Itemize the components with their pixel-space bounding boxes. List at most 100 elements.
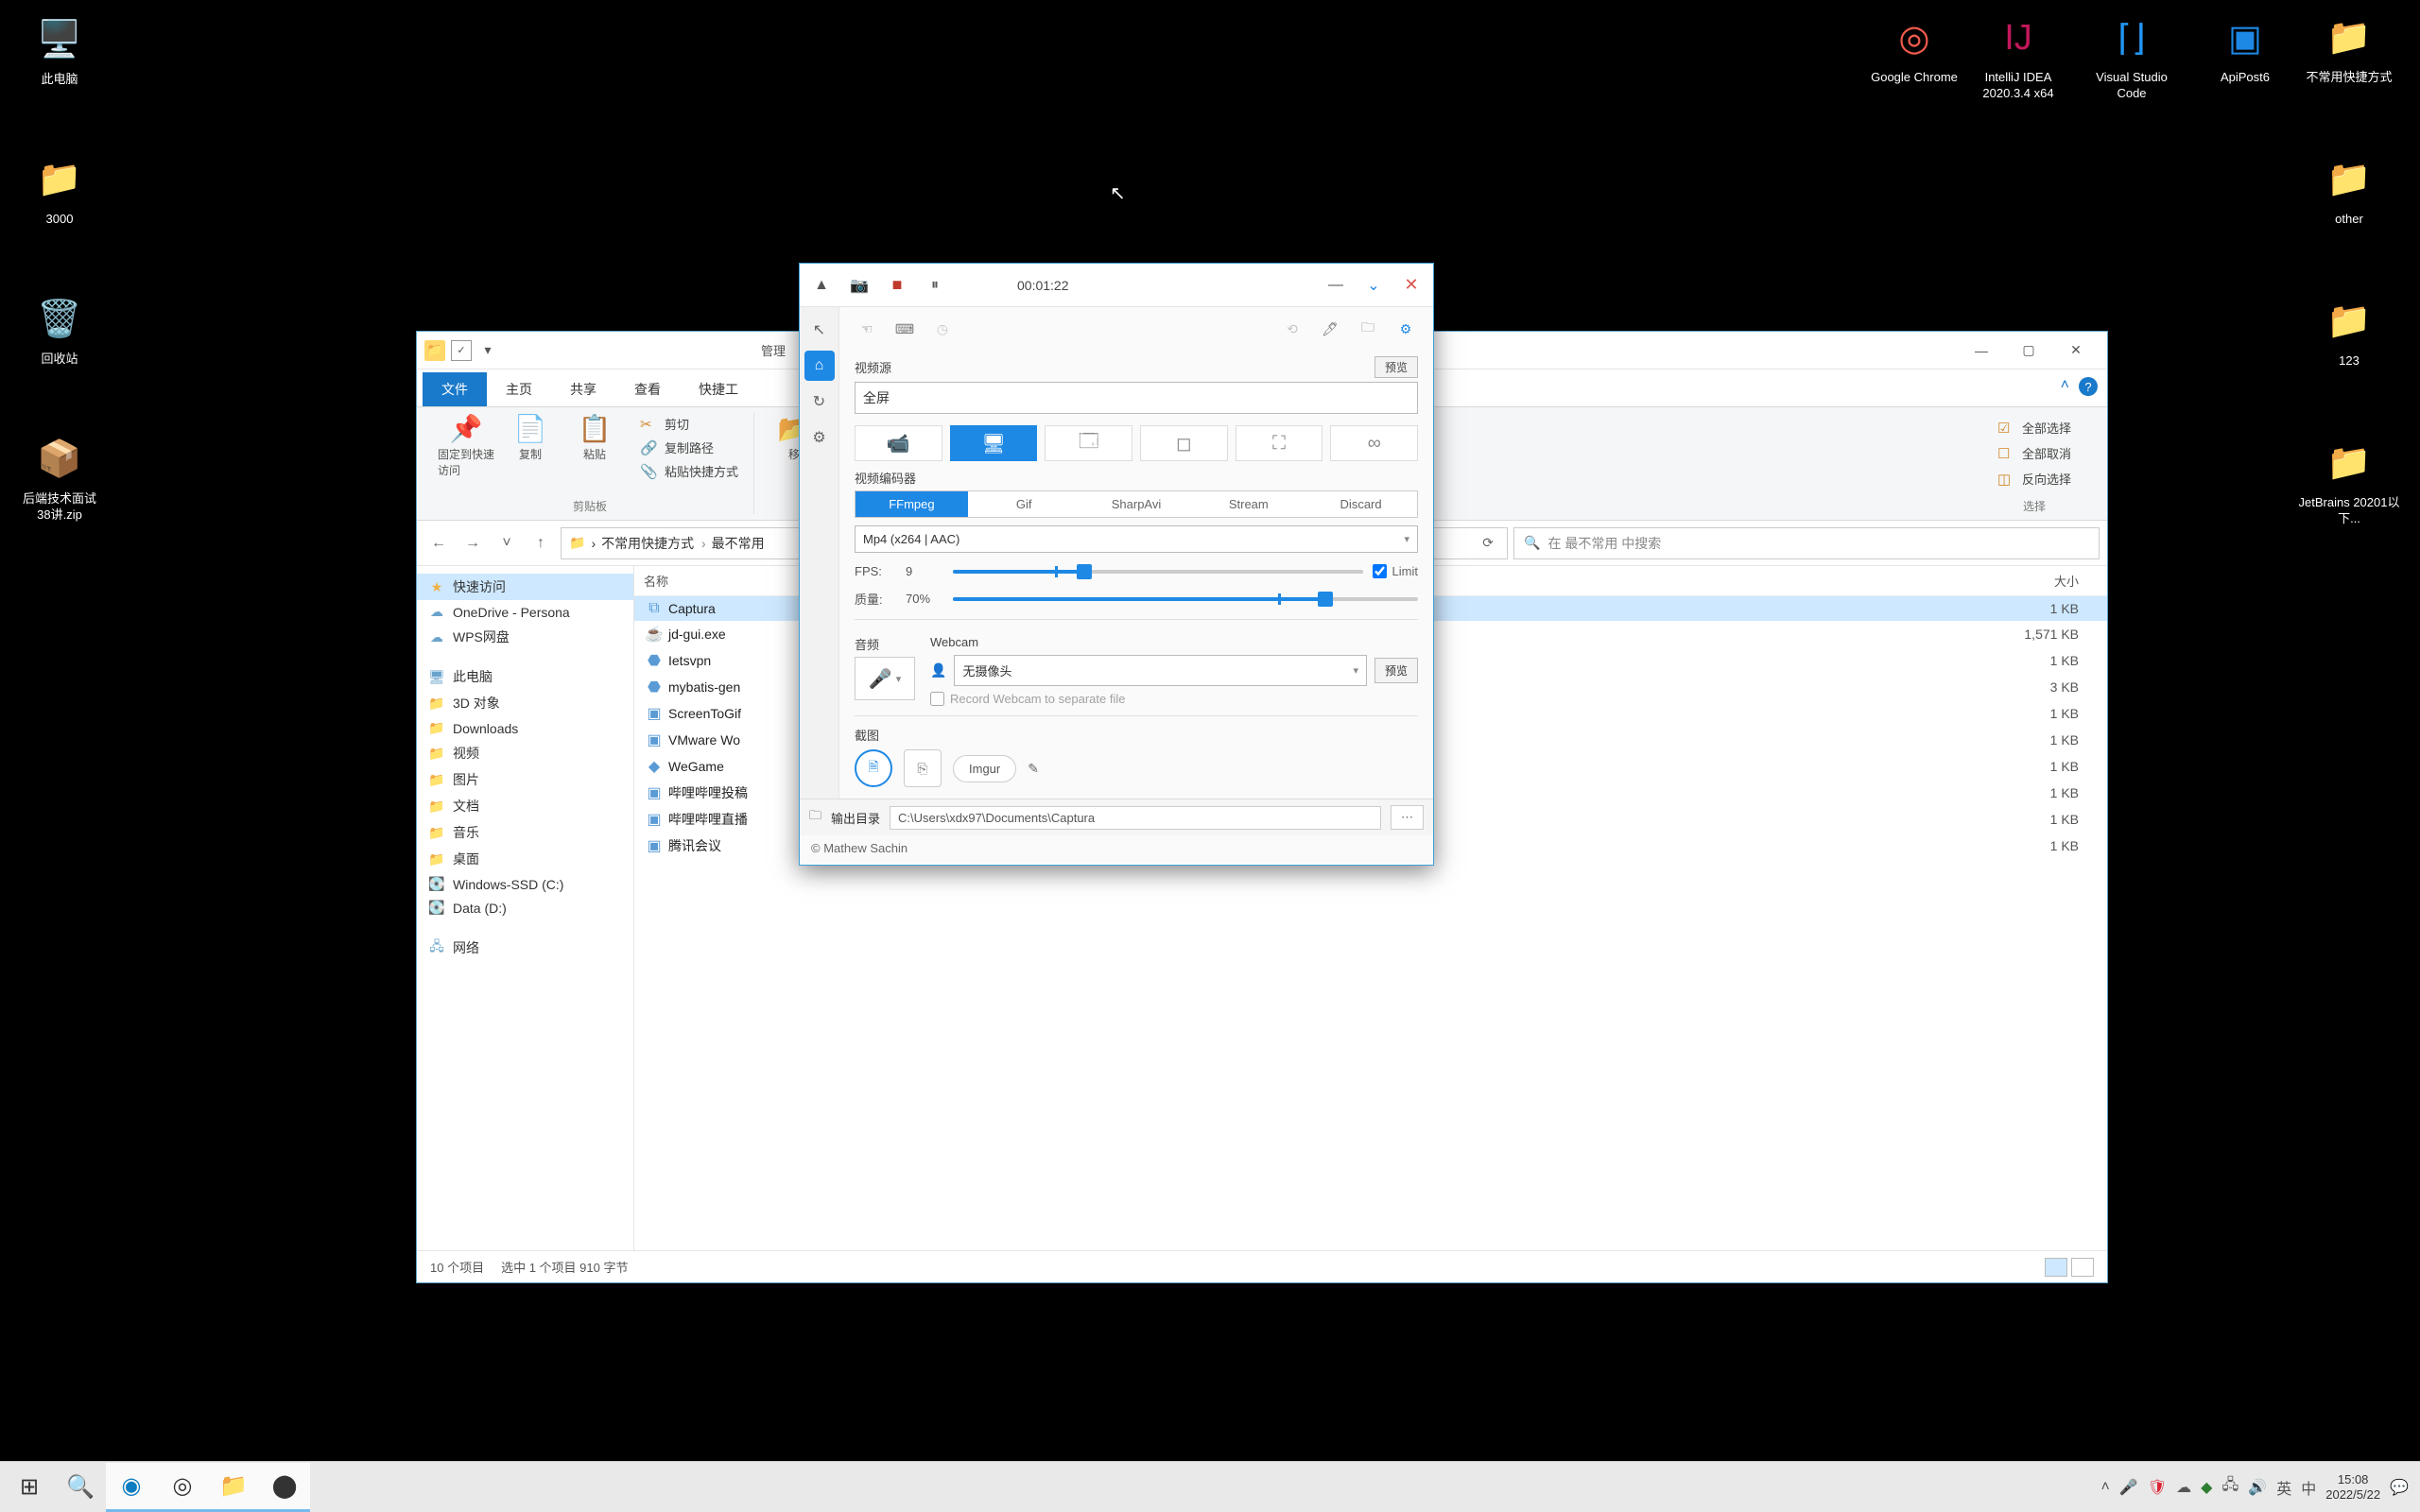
desktop-icon[interactable]: ⌈⌋Visual Studio Code	[2080, 9, 2184, 102]
source-link-icon[interactable]: ∞	[1330, 425, 1418, 461]
pin-quickaccess-button[interactable]: 📌固定到快速访问	[438, 413, 494, 482]
nav-history-icon[interactable]: ↻	[804, 387, 835, 417]
encoder-stream[interactable]: Stream	[1192, 491, 1305, 517]
sidebar-item[interactable]: ★快速访问	[417, 574, 633, 600]
taskbar-edge[interactable]: ◉	[106, 1463, 157, 1512]
captura-titlebar[interactable]: ▲ 📷 ■ ⏸ 00:01:22 — ⌄ ✕	[800, 264, 1433, 307]
search-button[interactable]: 🔍	[55, 1463, 106, 1512]
encoder-sharpavi[interactable]: SharpAvi	[1080, 491, 1193, 517]
paste-shortcut-button[interactable]: 📎粘贴快捷方式	[636, 460, 742, 482]
sidebar-item[interactable]: 📁文档	[417, 793, 633, 819]
nav-cursor-icon[interactable]: ↖	[804, 315, 835, 345]
tab-file[interactable]: 文件	[423, 372, 487, 406]
forward-button[interactable]: →	[458, 529, 487, 558]
webcam-preview-button[interactable]: 预览	[1374, 658, 1418, 683]
collapse-icon[interactable]: ▲	[809, 273, 834, 298]
pause-button[interactable]: ⏸	[923, 273, 947, 298]
record-button[interactable]: ■	[885, 273, 909, 298]
help-icon[interactable]: ?	[2079, 377, 2098, 396]
sidebar-item[interactable]: 📁音乐	[417, 819, 633, 846]
audio-source-button[interactable]: 🎤 ▾	[855, 657, 915, 700]
minimize-button[interactable]: —	[1323, 273, 1348, 298]
desktop-icon[interactable]: ▣ApiPost6	[2193, 9, 2297, 86]
sidebar-item[interactable]: 📁视频	[417, 740, 633, 766]
screenshot-clipboard-button[interactable]: ⎘	[904, 749, 942, 787]
desktop-icon[interactable]: 📁JetBrains 20201以下...	[2297, 435, 2401, 527]
up-button[interactable]: ↑	[527, 529, 555, 558]
tray-mic-icon[interactable]: 🎤	[2119, 1478, 2138, 1497]
taskbar-chrome[interactable]: ◎	[157, 1463, 208, 1512]
col-size[interactable]: 大小	[1984, 572, 2098, 590]
source-screen-icon[interactable]: 🖥	[950, 425, 1038, 461]
screenshot-edit-icon[interactable]: ✎	[1028, 761, 1039, 777]
taskbar-captura[interactable]: ⬤	[259, 1463, 310, 1512]
close-button[interactable]: ✕	[2052, 336, 2100, 365]
recent-dropdown[interactable]: ˅	[493, 529, 521, 558]
desktop-icon[interactable]: ◎Google Chrome	[1862, 9, 1966, 86]
output-path[interactable]: C:\Users\xdx97\Documents\Captura	[890, 806, 1381, 830]
select-none-button[interactable]: ☐全部取消	[1994, 442, 2075, 464]
breadcrumb[interactable]: 最不常用	[712, 534, 765, 553]
qat-dropdown-icon[interactable]: ▾	[477, 340, 498, 361]
sidebar-item[interactable]: 📁3D 对象	[417, 690, 633, 716]
quality-slider[interactable]	[953, 597, 1418, 601]
desktop-icon[interactable]: 📦后端技术面试38讲.zip	[17, 431, 102, 524]
output-browse-button[interactable]: ⋯	[1391, 805, 1424, 830]
tray-ime-mode[interactable]: 中	[2301, 1476, 2316, 1499]
gear-icon[interactable]: ⚙	[1393, 317, 1418, 341]
desktop-icon[interactable]: 📁other	[2297, 151, 2401, 228]
sidebar-item[interactable]: 💽Windows-SSD (C:)	[417, 872, 633, 896]
pointer-icon[interactable]: ☜	[855, 317, 879, 341]
tab-home[interactable]: 主页	[487, 372, 551, 406]
sidebar-item[interactable]: ☁WPS网盘	[417, 624, 633, 650]
tray-overflow-icon[interactable]: ˄	[2101, 1479, 2110, 1496]
back-button[interactable]: ←	[424, 529, 453, 558]
sidebar-item[interactable]: 💽Data (D:)	[417, 896, 633, 919]
nav-home-icon[interactable]: ⌂	[804, 351, 835, 381]
nav-settings-icon[interactable]: ⚙	[804, 422, 835, 453]
encoder-gif[interactable]: Gif	[968, 491, 1080, 517]
desktop-icon[interactable]: 📁123	[2297, 293, 2401, 369]
copy-button[interactable]: 📄复制	[502, 413, 559, 482]
desktop-icon[interactable]: IJIntelliJ IDEA 2020.3.4 x64	[1966, 9, 2070, 102]
sidebar-item[interactable]: ☁OneDrive - Persona	[417, 600, 633, 624]
keyboard-icon[interactable]: ⌨	[892, 317, 917, 341]
minimize-button[interactable]: —	[1958, 336, 2005, 365]
tray-shield-icon[interactable]: 🛡	[2148, 1478, 2167, 1497]
encoder-ffmpeg[interactable]: FFmpeg	[856, 491, 968, 517]
webcam-separate-checkbox[interactable]: Record Webcam to separate file	[930, 692, 1418, 706]
select-all-button[interactable]: ☑全部选择	[1994, 417, 2075, 438]
paste-button[interactable]: 📋粘贴	[566, 413, 623, 482]
folder-icon[interactable]: 🗀	[1356, 317, 1380, 341]
desktop-icon[interactable]: 🗑️回收站	[17, 291, 102, 368]
tray-ime[interactable]: 英	[2276, 1476, 2291, 1499]
screenshot-imgur-button[interactable]: Imgur	[953, 755, 1016, 782]
desktop-icon[interactable]: 📁3000	[17, 151, 102, 228]
encoder-format-dropdown[interactable]: Mp4 (x264 | AAC)▾	[855, 525, 1418, 553]
tray-app-icon[interactable]: ◆	[2201, 1478, 2212, 1497]
qat-checkbox-icon[interactable]: ✓	[451, 340, 472, 361]
breadcrumb[interactable]: 不常用快捷方式	[601, 534, 706, 553]
source-window-icon[interactable]: 🗔	[1045, 425, 1132, 461]
tray-onedrive-icon[interactable]: ☁	[2176, 1478, 2191, 1497]
tray-notifications-icon[interactable]: 💬	[2390, 1478, 2409, 1497]
copy-path-button[interactable]: 🔗复制路径	[636, 437, 742, 458]
ribbon-collapse-icon[interactable]: ˄	[2061, 377, 2069, 396]
sidebar-item[interactable]: 🖧网络	[417, 933, 633, 963]
timer-icon[interactable]: ◷	[930, 317, 955, 341]
fps-limit-checkbox[interactable]: Limit	[1373, 564, 1418, 578]
tab-shortcut-tools[interactable]: 快捷工	[680, 372, 757, 406]
view-details-button[interactable]	[2045, 1258, 2067, 1277]
tray-clock[interactable]: 15:08 2022/5/22	[2325, 1472, 2380, 1502]
sidebar-item[interactable]: 📁图片	[417, 766, 633, 793]
close-button[interactable]: ✕	[1399, 273, 1424, 298]
view-icons-button[interactable]	[2071, 1258, 2094, 1277]
start-button[interactable]: ⊞	[4, 1463, 55, 1512]
search-input[interactable]: 🔍 在 最不常用 中搜索	[1513, 527, 2100, 559]
brush-icon[interactable]: 🖊	[1318, 317, 1342, 341]
preview-button[interactable]: 预览	[1374, 356, 1418, 378]
expand-down-icon[interactable]: ⌄	[1361, 273, 1386, 298]
sidebar-item[interactable]: 🖥此电脑	[417, 663, 633, 690]
sidebar-item[interactable]: 📁Downloads	[417, 716, 633, 740]
encoder-discard[interactable]: Discard	[1305, 491, 1417, 517]
